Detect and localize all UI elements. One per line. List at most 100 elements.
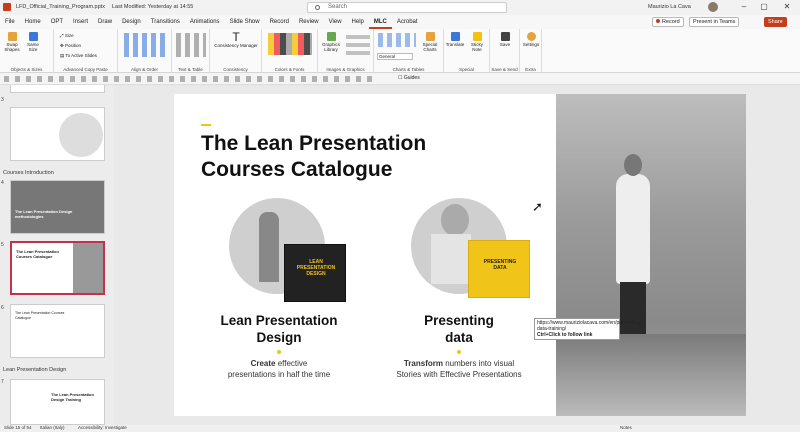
course-name-presenting-data: Presenting data <box>424 313 494 345</box>
menu-design[interactable]: Design <box>117 15 146 29</box>
chart-tool-icons[interactable] <box>378 33 416 47</box>
thumb-photo <box>73 243 103 293</box>
text-icon: T <box>232 30 240 44</box>
menu-insert[interactable]: Insert <box>68 15 93 29</box>
maximize-icon[interactable]: ▢ <box>756 1 772 13</box>
menu-draw[interactable]: Draw <box>93 15 117 29</box>
presenter-face <box>441 204 469 236</box>
save-icon <box>500 32 510 41</box>
group-label: Charts & Tables <box>392 67 425 72</box>
menu-transitions[interactable]: Transitions <box>146 15 185 29</box>
slide-thumbnail-3[interactable] <box>10 85 105 93</box>
slide-number: 3 <box>1 97 4 103</box>
group-consistency: T Consistency Manager Consistency <box>210 29 262 73</box>
translate-button[interactable]: Translate <box>445 32 465 47</box>
present-in-teams-button[interactable]: Present in Teams <box>689 17 740 27</box>
slide-thumbnails-panel[interactable]: 3 Courses Introduction 4 The Lean Presen… <box>0 85 114 425</box>
record-button[interactable]: Record <box>652 17 684 27</box>
menu-animations[interactable]: Animations <box>185 15 225 29</box>
file-name[interactable]: LFD_Official_Training_Program.pptx <box>16 4 105 10</box>
settings-button[interactable]: Settings <box>520 32 542 47</box>
avatar[interactable] <box>708 2 718 12</box>
notes-button[interactable]: Notes <box>620 425 632 430</box>
section-header-courses-introduction[interactable]: Courses Introduction <box>3 170 54 176</box>
app-logo-icon <box>3 3 11 11</box>
shape-tools[interactable] <box>4 76 374 82</box>
slide-thumbnail-3b[interactable] <box>10 107 105 161</box>
course-description-presenting-data: Transform numbers into visual Stories wi… <box>396 359 522 379</box>
paste-position-button[interactable]: ✥ Position <box>60 43 110 48</box>
language[interactable]: Italian (Italy) <box>40 425 65 430</box>
translate-icon <box>450 32 460 41</box>
speaker-head <box>624 154 642 176</box>
close-icon[interactable]: ✕ <box>779 1 795 13</box>
paste-size-button[interactable]: ⤢ Size <box>60 33 110 38</box>
status-bar: Slide 15 of 54 Italian (Italy) Accessibi… <box>0 425 800 432</box>
menu-view[interactable]: View <box>324 15 347 29</box>
slide-canvas[interactable]: The Lean Presentation Courses Catalogue … <box>174 94 746 416</box>
group-align-order: Align & Order <box>118 29 172 73</box>
swap-icon <box>7 32 17 41</box>
special-charts-button[interactable]: Special Charts <box>418 32 442 52</box>
group-label: Images & Graphics <box>326 67 365 72</box>
menu-home[interactable]: Home <box>20 15 46 29</box>
slide-thumbnail-5[interactable]: The Lean Presentation Courses Catalogue <box>10 241 105 295</box>
slide-thumbnail-4[interactable]: The Lean Presentation Design methodologi… <box>10 180 105 234</box>
menu-mlc[interactable]: MLC <box>368 15 392 29</box>
align-icons[interactable] <box>124 33 166 57</box>
slide-title[interactable]: The Lean Presentation Courses Catalogue <box>201 131 461 183</box>
slide-number: 4 <box>1 180 4 186</box>
group-label: Special <box>459 67 474 72</box>
record-icon <box>656 19 660 23</box>
text-table-icons[interactable] <box>176 33 206 57</box>
menu-help[interactable]: Help <box>347 15 369 29</box>
speaker-photo[interactable] <box>556 94 746 416</box>
swap-shapes-button[interactable]: Swap Shapes <box>3 32 21 52</box>
presenter-book <box>431 234 471 284</box>
hyperlink-tooltip: https://www.mauriziolacava.com/en/presen… <box>534 318 642 340</box>
slide-thumbnail-6[interactable]: The Lean Presentation Courses Catalogue <box>10 304 105 358</box>
group-label: Extra <box>525 67 536 72</box>
to-active-slides-button[interactable]: ▤ To Active Slides <box>60 53 116 58</box>
menu-review[interactable]: Review <box>294 15 324 29</box>
group-advanced-copy-paste: ⤢ Size ✥ Position ▤ To Active Slides Adv… <box>54 29 118 73</box>
speaker-body <box>616 174 650 284</box>
consistency-manager-button[interactable]: T Consistency Manager <box>212 31 260 48</box>
menu-opt[interactable]: OPT <box>46 15 68 29</box>
share-button[interactable]: Share <box>764 17 787 27</box>
menu-file[interactable]: File <box>0 15 20 29</box>
same-size-button[interactable]: Same Size <box>24 32 42 52</box>
menu-slide-show[interactable]: Slide Show <box>225 15 265 29</box>
menu-acrobat[interactable]: Acrobat <box>392 15 423 29</box>
book-title: PRESENTING DATA <box>483 259 517 271</box>
user-name[interactable]: Maurizio La Cava <box>648 4 691 10</box>
group-charts-tables: General Special Charts Charts & Tables <box>374 29 444 73</box>
last-modified[interactable]: Last Modified: Yesterday at 14:55 <box>112 4 193 10</box>
thumb-title: The Lean Presentation Design methodologi… <box>15 209 73 219</box>
slide-number: 5 <box>1 242 4 248</box>
group-label: Advanced Copy Paste <box>63 67 108 72</box>
image-tool-icons[interactable] <box>346 33 370 55</box>
thumb-circle <box>59 113 103 157</box>
course-name-lean-presentation: Lean Presentation Design <box>220 313 338 345</box>
number-format-dropdown[interactable]: General <box>377 53 413 60</box>
minimize-icon[interactable]: – <box>736 1 752 13</box>
graphics-library-button[interactable]: Graphics Library <box>320 32 342 52</box>
slide-thumbnail-7[interactable]: The Lean Presentation Design Training <box>10 379 105 425</box>
save-button[interactable]: Save <box>494 32 516 47</box>
thumb-title: The Lean Presentation Courses Catalogue <box>16 249 59 259</box>
accessibility-status[interactable]: Accessibility: Investigate <box>78 425 127 430</box>
search-input[interactable]: Search <box>307 2 507 13</box>
mouse-cursor-icon: ➚ <box>532 199 543 214</box>
sticky-note-button[interactable]: Sticky Note <box>467 32 487 52</box>
guides-toggle[interactable]: ☐ Guides <box>398 75 420 81</box>
color-swatches[interactable] <box>268 33 312 55</box>
audience-heads <box>556 334 746 416</box>
section-header-lean-presentation-design[interactable]: Lean Presentation Design <box>3 367 66 373</box>
book-title: LEAN PRESENTATION DESIGN <box>296 259 336 277</box>
book-presenting-data[interactable]: PRESENTING DATA <box>468 240 530 298</box>
group-extra: Settings Extra <box>520 29 542 73</box>
book-lean-presentation-design[interactable]: LEAN PRESENTATION DESIGN <box>284 244 346 302</box>
menu-record[interactable]: Record <box>265 15 294 29</box>
quick-toolbar: ☐ Guides <box>0 73 800 85</box>
